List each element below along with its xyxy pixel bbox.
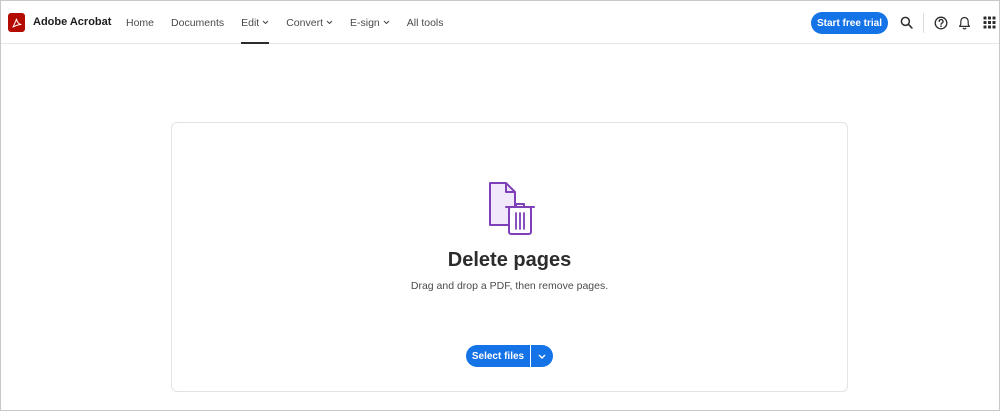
help-icon[interactable] [933,15,948,30]
select-files-button[interactable]: Select files [466,345,530,367]
chevron-down-icon [262,20,269,25]
chevron-down-icon [326,20,333,25]
nav-label: Edit [241,16,260,29]
nav-edit[interactable]: Edit [241,1,270,44]
delete-pages-icon [487,181,537,237]
nav-label: E-sign [349,16,380,29]
tool-title: Delete pages [447,249,572,271]
nav-label: Convert [286,16,323,29]
acrobat-logo-icon[interactable] [8,13,25,32]
select-files-dropdown-button[interactable] [531,345,553,367]
nav-convert[interactable]: Convert [286,1,333,44]
nav-label: All tools [406,16,444,29]
chevron-down-icon [383,20,390,25]
chevron-down-icon [538,354,546,359]
nav-home[interactable]: Home [126,1,154,44]
start-free-trial-button[interactable]: Start free trial [811,12,888,34]
nav-esign[interactable]: E-sign [350,1,390,44]
main-nav: Home Documents Edit Convert E-sign All t… [126,1,461,44]
bell-icon[interactable] [957,15,972,30]
tool-subtitle: Drag and drop a PDF, then remove pages. [410,280,609,292]
top-header: Adobe Acrobat Home Documents Edit Conver… [1,1,999,44]
select-files-group: Select files [466,345,553,367]
brand-name[interactable]: Adobe Acrobat [33,16,111,28]
apps-grid-icon[interactable] [982,15,997,30]
search-icon[interactable] [899,15,914,30]
nav-label: Home [126,16,155,29]
nav-label: Documents [171,16,225,29]
nav-documents[interactable]: Documents [171,1,224,44]
drop-zone[interactable]: Delete pages Drag and drop a PDF, then r… [171,122,848,392]
header-divider [923,13,924,33]
nav-all-tools[interactable]: All tools [407,1,444,44]
